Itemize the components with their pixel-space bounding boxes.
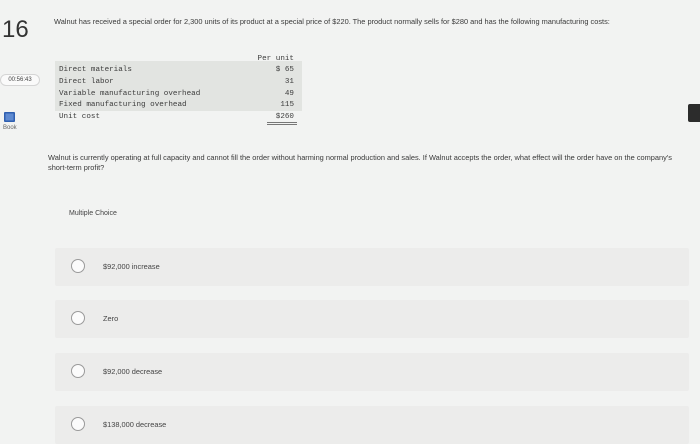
choice-text[interactable]: Zero [103, 314, 118, 323]
choice-text[interactable]: $92,000 increase [103, 262, 160, 271]
total-double-underline [267, 124, 297, 125]
choice-text[interactable]: $138,000 decrease [103, 420, 166, 429]
book-icon[interactable] [4, 112, 15, 122]
choice-option[interactable]: $138,000 decrease [55, 406, 689, 444]
row-value: 115 [280, 101, 294, 109]
radio-button[interactable] [71, 417, 85, 431]
book-label[interactable]: Book [3, 125, 17, 131]
cost-table: Per unit Direct materials $ 65 Direct la… [55, 55, 302, 131]
row-label: Unit cost [59, 113, 101, 121]
table-row: Variable manufacturing overhead 49 [55, 90, 302, 101]
row-value: $ 65 [275, 66, 294, 74]
row-label: Fixed manufacturing overhead [59, 101, 187, 109]
choice-option[interactable]: $92,000 increase [55, 248, 689, 286]
row-label: Direct labor [59, 78, 114, 86]
timer: 00:56:43 [0, 74, 40, 86]
per-unit-header: Per unit [257, 55, 294, 63]
row-value: 49 [284, 90, 294, 98]
row-value: 31 [284, 78, 294, 86]
table-row: Direct labor 31 [55, 78, 302, 89]
choice-option[interactable]: Zero [55, 300, 689, 338]
radio-button[interactable] [71, 259, 85, 273]
cost-table-header-row: Per unit [55, 55, 302, 66]
table-row: Fixed manufacturing overhead 115 [55, 101, 302, 112]
row-label: Variable manufacturing overhead [59, 90, 201, 98]
choice-text[interactable]: $92,000 decrease [103, 367, 162, 376]
left-rail: 16 00:56:43 Book [0, 0, 42, 438]
total-underline [267, 122, 297, 123]
side-panel-tab[interactable] [688, 104, 700, 122]
choice-option[interactable]: $92,000 decrease [55, 353, 689, 391]
radio-button[interactable] [71, 311, 85, 325]
question-text: Walnut has received a special order for … [54, 17, 610, 26]
radio-button[interactable] [71, 364, 85, 378]
table-row: Unit cost $260 [55, 113, 302, 124]
question-prompt: Walnut is currently operating at full ca… [48, 153, 672, 172]
multiple-choice-label: Multiple Choice [69, 210, 117, 217]
row-label: Direct materials [59, 66, 132, 74]
row-value: $260 [275, 113, 294, 121]
table-row: Direct materials $ 65 [55, 66, 302, 77]
question-number: 16 [2, 16, 29, 43]
